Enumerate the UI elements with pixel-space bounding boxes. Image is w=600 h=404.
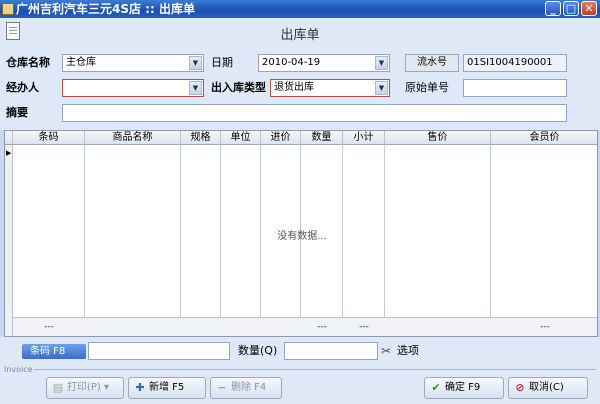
warehouse-select[interactable]: 主仓库 ▼	[62, 54, 204, 72]
cancel-button[interactable]: ⊘ 取消(C)	[508, 377, 588, 399]
delete-label: 删除 F4	[231, 382, 267, 393]
options-button[interactable]: 选项	[397, 342, 419, 360]
add-label: 新增 F5	[149, 382, 185, 393]
ok-button[interactable]: ✔ 确定 F9	[424, 377, 504, 399]
memo-input[interactable]	[62, 104, 567, 122]
footer-price-spacer	[385, 317, 491, 336]
date-value: 2010-04-19	[262, 57, 321, 68]
cancel-icon: ⊘	[515, 381, 525, 394]
memo-label: 摘要	[6, 106, 28, 119]
barcode-input[interactable]	[88, 342, 230, 360]
type-value: 退货出库	[274, 82, 314, 93]
checkmark-icon: ✔	[431, 381, 441, 394]
footer-qty: ---	[301, 317, 343, 336]
orig-no-label: 原始单号	[405, 81, 449, 94]
footer-spacer	[85, 317, 301, 336]
add-button[interactable]: ✚ 新增 F5	[128, 377, 206, 399]
minimize-button[interactable]: _	[545, 1, 561, 16]
items-grid[interactable]: 条码 商品名称 规格 单位 进价 数量 小计 售价 会员价 ▶ 没有数据... …	[4, 130, 598, 337]
ok-label: 确定 F9	[445, 382, 481, 393]
print-label: 打印(P)	[67, 382, 101, 393]
col-product-name[interactable]: 商品名称	[85, 131, 181, 145]
col-cost[interactable]: 进价	[261, 131, 301, 145]
col-subtotal[interactable]: 小计	[343, 131, 385, 145]
delete-button[interactable]: − 删除 F4	[210, 377, 282, 399]
qty-input[interactable]	[284, 342, 378, 360]
serial-field: 01SI1004190001	[463, 54, 567, 72]
chevron-down-icon[interactable]: ▼	[189, 56, 202, 70]
plus-icon: ✚	[135, 381, 145, 394]
row-selector-header	[5, 131, 13, 145]
col-qty[interactable]: 数量	[301, 131, 343, 145]
close-button[interactable]: ✕	[581, 1, 597, 16]
invoice-divider	[34, 369, 596, 370]
footer-barcode: ---	[13, 317, 85, 336]
invoice-label: Invoice	[4, 365, 33, 374]
type-select[interactable]: 退货出库 ▼	[270, 79, 390, 97]
serial-label: 流水号	[405, 54, 459, 72]
handler-select[interactable]: ▼	[62, 79, 204, 97]
cancel-label: 取消(C)	[529, 382, 564, 393]
col-price[interactable]: 售价	[385, 131, 491, 145]
col-unit[interactable]: 单位	[221, 131, 261, 145]
orig-no-input[interactable]	[463, 79, 567, 97]
type-label: 出入库类型	[211, 81, 266, 94]
date-label: 日期	[211, 56, 233, 69]
print-button[interactable]: ▤ 打印(P) ▾	[46, 377, 124, 399]
form-header: 出库单 仓库名称 主仓库 ▼ 日期 2010-04-19 ▼ 流水号 01SI1…	[0, 18, 600, 130]
handler-label: 经办人	[6, 81, 39, 94]
wrench-icon[interactable]: ✂	[381, 342, 391, 360]
date-picker[interactable]: 2010-04-19 ▼	[258, 54, 390, 72]
footer-member-price: ---	[491, 317, 597, 336]
form-heading: 出库单	[280, 28, 320, 43]
warehouse-label: 仓库名称	[6, 56, 50, 69]
qty-label: 数量(Q)	[238, 344, 278, 357]
col-member-price[interactable]: 会员价	[491, 131, 597, 145]
window-title: 广州吉利汽车三元4S店 :: 出库单	[16, 2, 195, 16]
empty-grid-text: 没有数据...	[277, 231, 327, 242]
current-row-arrow-icon: ▶	[6, 149, 12, 157]
printer-icon: ▤	[52, 381, 64, 394]
title-bar: 广州吉利汽车三元4S店 :: 出库单 _ □ ✕	[0, 0, 600, 18]
chevron-down-icon[interactable]: ▼	[375, 81, 388, 95]
app-icon	[2, 3, 14, 15]
warehouse-value: 主仓库	[66, 57, 96, 68]
col-barcode[interactable]: 条码	[13, 131, 85, 145]
chevron-down-icon[interactable]: ▼	[375, 56, 388, 70]
maximize-button[interactable]: □	[563, 1, 579, 16]
col-spec[interactable]: 规格	[181, 131, 221, 145]
bottom-panel: 条码 F8 数量(Q) ✂ 选项 Invoice ▤ 打印(P) ▾ ✚ 新增 …	[0, 337, 600, 404]
minus-icon: −	[217, 381, 227, 394]
footer-subtotal: ---	[343, 317, 385, 336]
barcode-label: 条码 F8	[22, 344, 86, 359]
chevron-down-icon[interactable]: ▼	[189, 81, 202, 95]
